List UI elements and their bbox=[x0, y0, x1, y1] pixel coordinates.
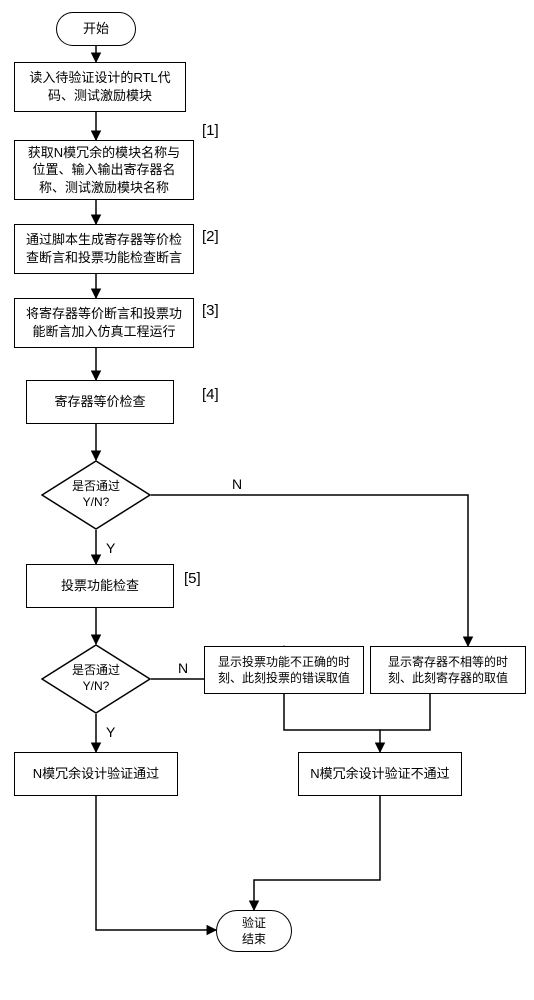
process-fail: N模冗余设计验证不通过 bbox=[298, 752, 462, 796]
tag-4: [4] bbox=[202, 386, 219, 403]
d2-no-label: N bbox=[178, 660, 188, 676]
process-pass: N模冗余设计验证通过 bbox=[14, 752, 178, 796]
decision-reg-pass: 是否通过 Y/N? bbox=[41, 460, 151, 530]
tag-5: [5] bbox=[184, 570, 201, 587]
tag-2: [2] bbox=[202, 228, 219, 245]
process-gen-assertions: 通过脚本生成寄存器等价检 查断言和投票功能检查断言 bbox=[14, 224, 194, 274]
process-read-rtl: 读入待验证设计的RTL代 码、测试激励模块 bbox=[14, 62, 186, 112]
d1-no-label: N bbox=[232, 476, 242, 492]
end-terminator: 验证 结束 bbox=[216, 910, 292, 952]
process-show-vote-error: 显示投票功能不正确的时 刻、此刻投票的错误取值 bbox=[204, 646, 364, 694]
tag-3: [3] bbox=[202, 302, 219, 319]
process-reg-equiv-check: 寄存器等价检查 bbox=[26, 380, 174, 424]
start-terminator: 开始 bbox=[56, 12, 136, 46]
process-show-reg-error: 显示寄存器不相等的时 刻、此刻寄存器的取值 bbox=[370, 646, 526, 694]
d1-yes-label: Y bbox=[106, 540, 115, 556]
d2-yes-label: Y bbox=[106, 724, 115, 740]
process-add-to-sim: 将寄存器等价断言和投票功 能断言加入仿真工程运行 bbox=[14, 298, 194, 348]
process-get-module-info: 获取N模冗余的模块名称与 位置、输入输出寄存器名 称、测试激励模块名称 bbox=[14, 140, 194, 200]
decision-vote-pass: 是否通过 Y/N? bbox=[41, 644, 151, 714]
tag-1: [1] bbox=[202, 122, 219, 139]
process-vote-check: 投票功能检查 bbox=[26, 564, 174, 608]
